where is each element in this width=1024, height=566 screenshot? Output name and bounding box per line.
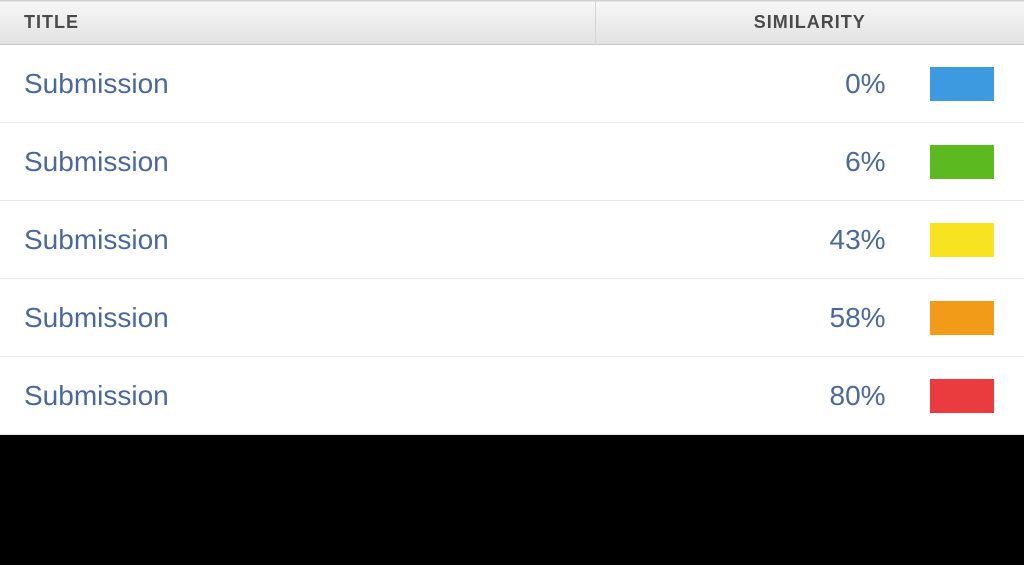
table-row[interactable]: Submission 43% <box>0 201 1024 279</box>
similarity-swatch-icon <box>930 223 994 257</box>
footer-region <box>0 435 1024 565</box>
similarity-cell[interactable]: 58% <box>595 279 1024 357</box>
submissions-table-container: TITLE SIMILARITY Submission 0% Submissio… <box>0 0 1024 565</box>
submission-title[interactable]: Submission <box>0 45 595 123</box>
similarity-swatch-icon <box>930 145 994 179</box>
similarity-percent: 58% <box>830 302 886 334</box>
similarity-cell[interactable]: 6% <box>595 123 1024 201</box>
submission-title[interactable]: Submission <box>0 123 595 201</box>
similarity-percent: 0% <box>845 68 885 100</box>
submissions-table: TITLE SIMILARITY Submission 0% Submissio… <box>0 0 1024 435</box>
table-row[interactable]: Submission 6% <box>0 123 1024 201</box>
table-row[interactable]: Submission 80% <box>0 357 1024 435</box>
similarity-cell[interactable]: 0% <box>595 45 1024 123</box>
similarity-percent: 80% <box>830 380 886 412</box>
similarity-percent: 6% <box>845 146 885 178</box>
submission-title[interactable]: Submission <box>0 201 595 279</box>
similarity-cell[interactable]: 43% <box>595 201 1024 279</box>
submission-title[interactable]: Submission <box>0 357 595 435</box>
submission-title[interactable]: Submission <box>0 279 595 357</box>
table-row[interactable]: Submission 58% <box>0 279 1024 357</box>
table-row[interactable]: Submission 0% <box>0 45 1024 123</box>
similarity-swatch-icon <box>930 301 994 335</box>
table-body: Submission 0% Submission 6% Submission 4… <box>0 45 1024 435</box>
header-similarity[interactable]: SIMILARITY <box>595 1 1024 45</box>
similarity-cell[interactable]: 80% <box>595 357 1024 435</box>
header-title[interactable]: TITLE <box>0 1 595 45</box>
similarity-percent: 43% <box>830 224 886 256</box>
similarity-swatch-icon <box>930 67 994 101</box>
similarity-swatch-icon <box>930 379 994 413</box>
table-header-row: TITLE SIMILARITY <box>0 1 1024 45</box>
